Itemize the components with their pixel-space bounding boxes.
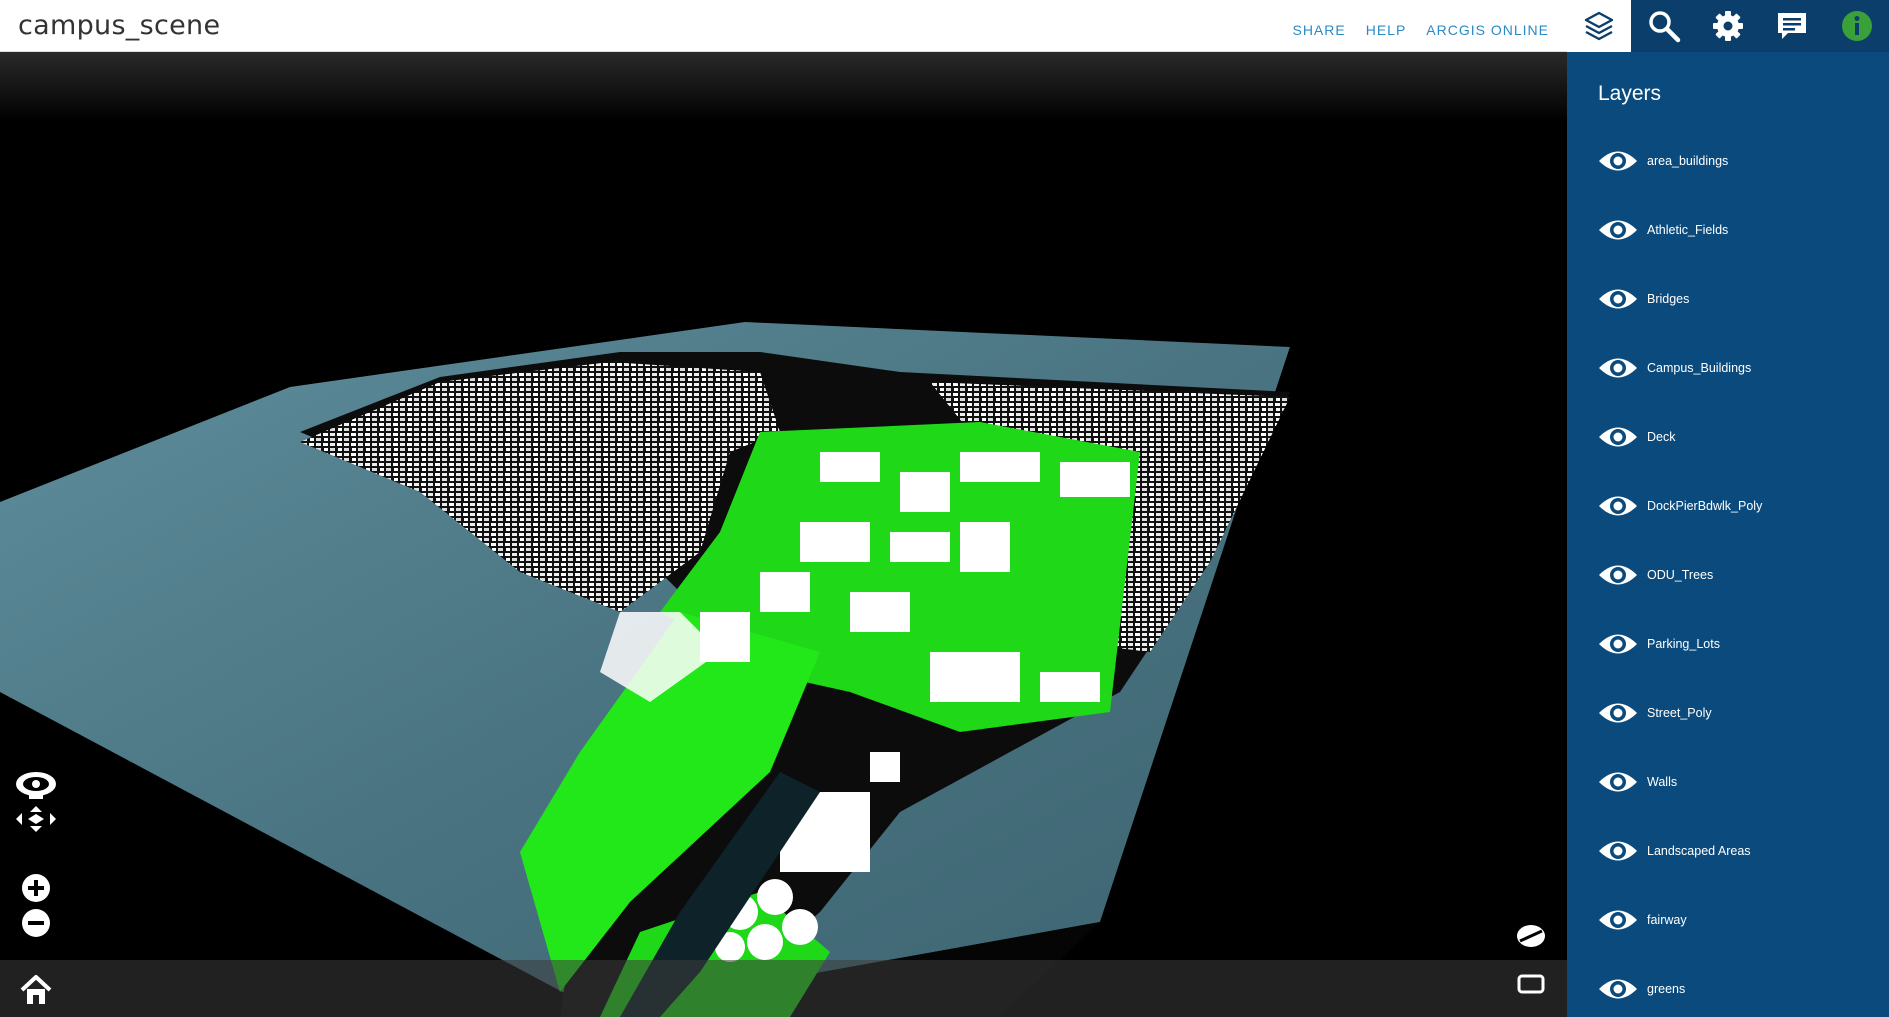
fullscreen-button[interactable] — [1514, 969, 1548, 999]
visibility-eye-icon[interactable] — [1597, 215, 1639, 245]
layer-item[interactable]: Deck — [1597, 420, 1877, 489]
layer-label: Deck — [1647, 430, 1676, 444]
app-header: campus_scene SHARE HELP ARCGIS ONLINE — [0, 0, 1567, 52]
zoom-out-button[interactable] — [18, 905, 54, 941]
layer-label: fairway — [1647, 913, 1687, 927]
home-button[interactable] — [18, 972, 54, 1008]
layer-item[interactable]: Landscaped Areas — [1597, 834, 1877, 903]
layer-item[interactable]: Athletic_Fields — [1597, 213, 1877, 282]
layer-item[interactable]: ODU_Trees — [1597, 558, 1877, 627]
comment-icon — [1778, 13, 1807, 39]
visibility-eye-icon[interactable] — [1597, 905, 1639, 935]
layer-list: area_buildings Athletic_Fields Bridges Camp… — [1597, 144, 1877, 1017]
zoom-in-icon — [22, 874, 50, 902]
sky-fade — [0, 52, 1567, 122]
search-button[interactable] — [1631, 0, 1695, 52]
layers-button[interactable] — [1567, 0, 1632, 52]
layer-label: area_buildings — [1647, 154, 1729, 168]
panel-title: Layers — [1598, 82, 1662, 105]
layer-label: Athletic_Fields — [1647, 223, 1729, 237]
layer-item[interactable]: Street_Poly — [1597, 696, 1877, 765]
app-title: campus_scene — [18, 10, 221, 41]
layer-label: Bridges — [1647, 292, 1690, 306]
visibility-eye-icon[interactable] — [1597, 560, 1639, 590]
visibility-eye-icon[interactable] — [1597, 491, 1639, 521]
pan-icon — [16, 772, 56, 799]
layers-icon — [1585, 11, 1614, 41]
campus-3d-scene[interactable] — [0, 52, 1567, 1017]
arcgis-online-link[interactable]: ARCGIS ONLINE — [1426, 22, 1549, 38]
layer-item[interactable]: DockPierBdwlk_Poly — [1597, 489, 1877, 558]
layer-label: Street_Poly — [1647, 706, 1712, 720]
layer-label: Campus_Buildings — [1647, 361, 1752, 375]
header-links: SHARE HELP ARCGIS ONLINE — [1292, 22, 1549, 38]
fullscreen-icon — [1517, 974, 1545, 994]
zoom-out-icon — [22, 909, 50, 937]
compass-button[interactable] — [1514, 921, 1548, 951]
layers-panel: Layers area_buildings Athletic_Fields Brid… — [1567, 52, 1889, 1017]
visibility-eye-icon[interactable] — [1597, 353, 1639, 383]
layer-item[interactable]: greens — [1597, 972, 1877, 1017]
visibility-eye-icon[interactable] — [1597, 974, 1639, 1004]
visibility-eye-icon[interactable] — [1597, 767, 1639, 797]
home-icon — [20, 975, 52, 1004]
layer-label: Walls — [1647, 775, 1678, 789]
layer-label: DockPierBdwlk_Poly — [1647, 499, 1763, 513]
comments-button[interactable] — [1760, 0, 1824, 52]
layer-item[interactable]: area_buildings — [1597, 144, 1877, 213]
info-icon — [1841, 11, 1872, 41]
visibility-eye-icon[interactable] — [1597, 284, 1639, 314]
rotate-icon — [16, 806, 56, 832]
toolbar — [1567, 0, 1889, 52]
visibility-eye-icon[interactable] — [1597, 146, 1639, 176]
layer-label: ODU_Trees — [1647, 568, 1714, 582]
settings-button[interactable] — [1696, 0, 1760, 52]
layer-item[interactable]: Bridges — [1597, 282, 1877, 351]
scene-view[interactable] — [0, 52, 1567, 1017]
layer-label: Parking_Lots — [1647, 637, 1720, 651]
visibility-eye-icon[interactable] — [1597, 629, 1639, 659]
rotate-button[interactable] — [14, 804, 58, 834]
attribution-bar — [0, 960, 1567, 1017]
layer-item[interactable]: Parking_Lots — [1597, 627, 1877, 696]
layer-label: Landscaped Areas — [1647, 844, 1751, 858]
visibility-eye-icon[interactable] — [1597, 422, 1639, 452]
compass-icon — [1517, 925, 1545, 947]
layer-label: greens — [1647, 982, 1686, 996]
zoom-in-button[interactable] — [18, 870, 54, 906]
gear-icon — [1713, 11, 1744, 41]
pan-button[interactable] — [14, 770, 58, 800]
layer-item[interactable]: Campus_Buildings — [1597, 351, 1877, 420]
help-link[interactable]: HELP — [1366, 22, 1407, 38]
info-button[interactable] — [1825, 0, 1889, 52]
share-link[interactable]: SHARE — [1292, 22, 1345, 38]
visibility-eye-icon[interactable] — [1597, 698, 1639, 728]
layer-item[interactable]: fairway — [1597, 903, 1877, 972]
visibility-eye-icon[interactable] — [1597, 836, 1639, 866]
layer-item[interactable]: Walls — [1597, 765, 1877, 834]
search-icon — [1648, 11, 1680, 43]
